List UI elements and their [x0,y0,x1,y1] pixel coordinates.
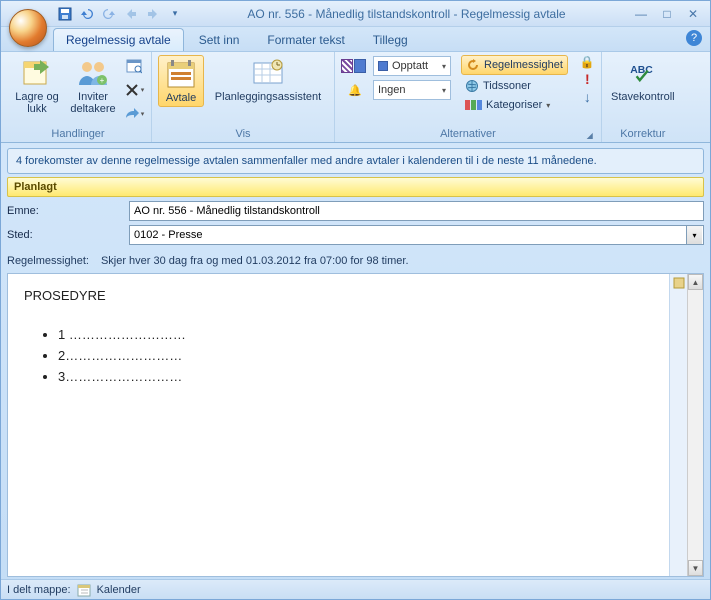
timezones-label: Tidssoner [483,80,531,92]
delete-button[interactable]: ▾ [123,79,145,101]
group-proofing-label: Korrektur [608,127,678,142]
categorize-icon [465,100,482,110]
group-actions-label: Handlinger [11,127,145,142]
redo-icon[interactable] [101,6,117,22]
low-importance-icon[interactable]: ↓ [584,89,591,105]
next-item-icon[interactable] [145,6,161,22]
scheduling-assistant-button[interactable]: Planleggingsassistent [208,55,328,105]
office-button[interactable] [9,9,47,47]
calendar-small-button[interactable] [123,55,145,77]
spellcheck-label: Stavekontroll [611,91,675,103]
subject-input[interactable] [129,201,704,221]
group-options-label: Alternativer [341,127,595,142]
calendar-icon [77,583,91,597]
conflict-infobar: 4 forekomster av denne regelmessige avta… [7,148,704,174]
minimize-button[interactable]: — [630,6,652,22]
save-and-close-button[interactable]: Lagre og lukk [11,55,63,117]
chevron-down-icon[interactable]: ▾ [686,226,702,244]
location-label: Sted: [7,229,125,241]
show-as-icon [341,59,369,73]
timezones-button[interactable]: Tidssoner [461,77,568,95]
tab-addins[interactable]: Tillegg [360,28,421,51]
undo-icon[interactable] [79,6,95,22]
high-importance-icon[interactable]: ! [585,71,590,87]
tab-format-text[interactable]: Formater tekst [254,28,357,51]
list-item: 3……………………… [58,369,653,384]
svg-text:ABC: ABC [630,65,653,76]
invite-attendees-button[interactable]: + Inviter deltakere [67,55,119,117]
window-title: AO nr. 556 - Månedlig tilstandskontroll … [183,7,630,21]
shared-folder-name: Kalender [97,584,141,596]
maximize-button[interactable]: □ [656,6,678,22]
scroll-up-icon[interactable]: ▲ [688,274,703,290]
attach-pane-icon[interactable] [672,276,686,290]
location-select[interactable]: 0102 - Presse ▾ [129,225,704,245]
reminder-combo[interactable]: Ingen▾ [373,80,451,100]
reminder-icon: 🔔 [341,84,369,97]
forward-button[interactable]: ▾ [123,103,145,125]
close-button[interactable]: ✕ [682,6,704,22]
appointment-view-label: Avtale [166,92,196,104]
show-as-value: Opptatt [392,60,428,72]
list-item: 2……………………… [58,348,653,363]
tab-insert[interactable]: Sett inn [186,28,253,51]
reminder-value: Ingen [378,84,406,96]
categorize-label: Kategoriser [486,99,542,111]
recurrence-field-label: Regelmessighet: [7,255,89,267]
invite-attendees-label: Inviter deltakere [69,91,117,115]
private-icon[interactable]: 🔒 [580,55,595,69]
list-item: 1 ……………………… [58,327,653,342]
group-view-label: Vis [158,127,328,142]
scheduling-assistant-label: Planleggingsassistent [215,91,321,103]
recurrence-label: Regelmessighet [484,59,563,71]
recurrence-icon [466,58,480,72]
categorize-button[interactable]: Kategoriser ▾ [461,97,568,113]
help-icon[interactable]: ? [686,30,702,46]
vertical-scrollbar[interactable]: ▲ ▼ [687,274,703,576]
show-as-combo[interactable]: Opptatt▾ [373,56,451,76]
globe-icon [465,79,479,93]
subject-label: Emne: [7,205,125,217]
location-value: 0102 - Presse [134,229,202,241]
tab-recurring-appointment[interactable]: Regelmessig avtale [53,28,184,51]
recurrence-button[interactable]: Regelmessighet [461,55,568,75]
save-icon[interactable] [57,6,73,22]
save-and-close-label: Lagre og lukk [13,91,61,115]
spellcheck-button[interactable]: ABC Stavekontroll [608,55,678,105]
scroll-down-icon[interactable]: ▼ [688,560,703,576]
svg-text:+: + [100,76,105,85]
appointment-view-button[interactable]: Avtale [158,55,204,107]
shared-folder-label: I delt mappe: [7,584,71,596]
busy-status-bar: Planlagt [7,177,704,197]
body-heading: PROSEDYRE [24,288,653,303]
prev-item-icon[interactable] [123,6,139,22]
qat-customize-icon[interactable]: ▾ [167,6,183,22]
appointment-body[interactable]: PROSEDYRE 1 ……………………… 2……………………… 3………………… [8,274,669,576]
recurrence-field-value: Skjer hver 30 dag fra og med 01.03.2012 … [101,255,409,267]
